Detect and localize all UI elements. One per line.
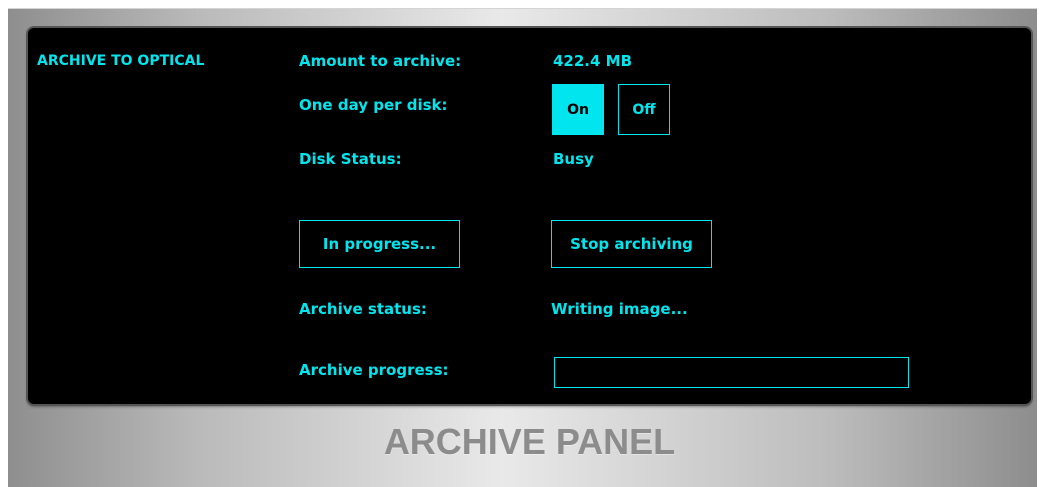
in-progress-button[interactable]: In progress... <box>299 220 460 268</box>
amount-label: Amount to archive: <box>299 52 462 70</box>
archive-progress-bar <box>554 357 909 388</box>
one-day-per-disk-label: One day per disk: <box>299 96 448 114</box>
archive-screen <box>28 28 1031 404</box>
archive-status-value: Writing image... <box>551 300 688 318</box>
section-title: ARCHIVE TO OPTICAL <box>37 53 205 69</box>
archive-status-label: Archive status: <box>299 300 427 318</box>
disk-status-value: Busy <box>553 150 594 168</box>
archive-progress-label: Archive progress: <box>299 361 449 379</box>
panel-title: ARCHIVE PANEL <box>383 421 676 462</box>
disk-status-label: Disk Status: <box>299 150 402 168</box>
amount-value: 422.4 MB <box>553 52 633 70</box>
off-toggle-button[interactable]: Off <box>618 84 670 135</box>
on-toggle-button[interactable]: On <box>552 84 604 135</box>
stop-archiving-button[interactable]: Stop archiving <box>551 220 712 268</box>
